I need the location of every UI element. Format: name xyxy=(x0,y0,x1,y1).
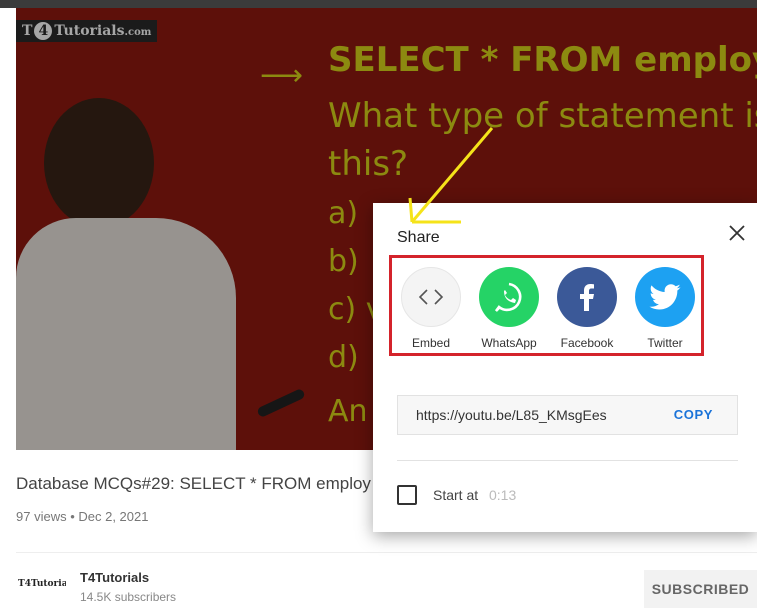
share-whatsapp[interactable]: WhatsApp xyxy=(472,267,546,350)
twitter-icon xyxy=(635,267,695,327)
share-embed[interactable]: Embed xyxy=(394,267,468,350)
view-count: 97 views xyxy=(16,509,67,524)
share-dialog: Share Embed WhatsApp Facebook Twitter ht… xyxy=(373,203,757,532)
dialog-divider xyxy=(397,460,738,461)
start-at-checkbox[interactable] xyxy=(397,485,417,505)
top-bar xyxy=(0,0,757,8)
close-button[interactable] xyxy=(725,221,749,245)
share-options-highlight: Embed WhatsApp Facebook Twitter xyxy=(389,255,704,356)
video-title: Database MCQs#29: SELECT * FROM employ xyxy=(16,474,371,493)
start-at-label: Start at xyxy=(433,487,479,503)
svg-text:T4Tutorials: T4Tutorials xyxy=(18,579,66,589)
whatsapp-icon xyxy=(479,267,539,327)
share-url[interactable]: https://youtu.be/L85_KMsgEes xyxy=(416,407,607,423)
share-whatsapp-label: WhatsApp xyxy=(481,336,537,350)
share-facebook[interactable]: Facebook xyxy=(550,267,624,350)
share-twitter-label: Twitter xyxy=(647,336,683,350)
facebook-icon xyxy=(557,267,617,327)
video-meta: 97 views • Dec 2, 2021 xyxy=(16,509,149,524)
divider xyxy=(16,552,757,553)
share-url-box[interactable]: https://youtu.be/L85_KMsgEes COPY xyxy=(397,395,738,435)
share-facebook-label: Facebook xyxy=(560,336,614,350)
share-embed-label: Embed xyxy=(411,336,451,350)
close-icon xyxy=(729,225,745,241)
dialog-title: Share xyxy=(397,229,440,246)
upload-date: Dec 2, 2021 xyxy=(78,509,149,524)
copy-button[interactable]: COPY xyxy=(674,407,713,422)
channel-avatar[interactable]: T4Tutorials xyxy=(18,572,76,592)
embed-icon xyxy=(401,267,461,327)
subscribed-button[interactable]: SUBSCRIBED xyxy=(644,570,757,608)
share-twitter[interactable]: Twitter xyxy=(628,267,702,350)
subscriber-count: 14.5K subscribers xyxy=(80,590,177,604)
start-at-time[interactable]: 0:13 xyxy=(489,487,516,503)
channel-name[interactable]: T4Tutorials xyxy=(80,570,149,585)
